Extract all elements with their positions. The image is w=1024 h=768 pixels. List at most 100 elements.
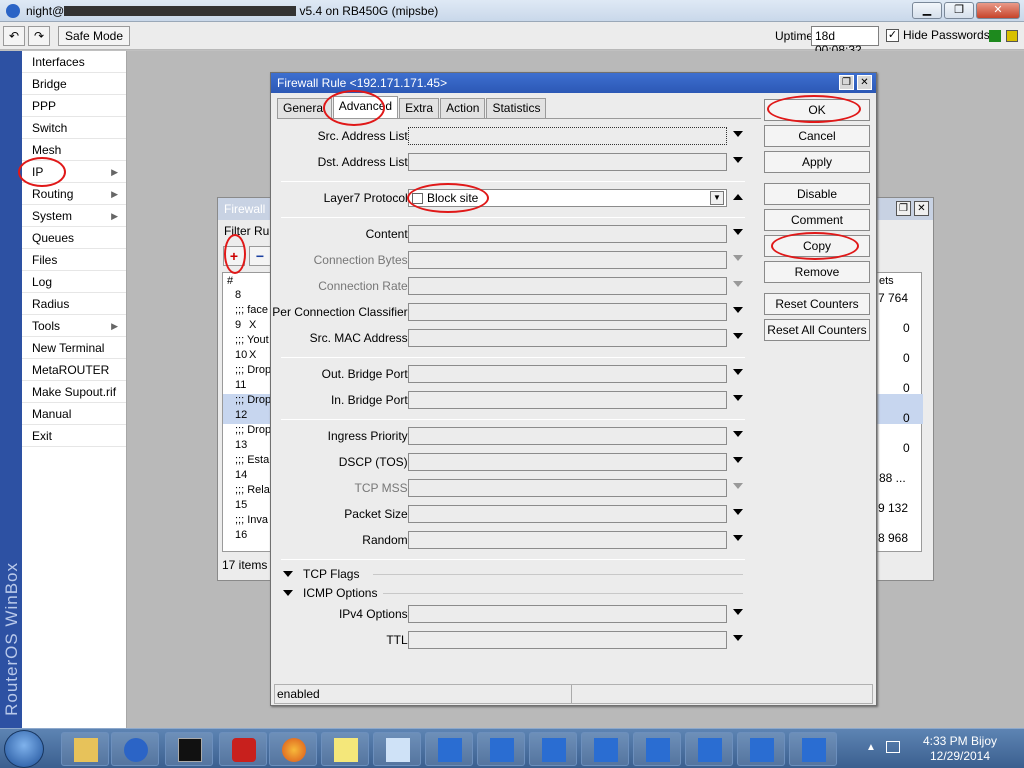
dscp-tos-field[interactable]	[408, 453, 727, 471]
menu-item-make-supout[interactable]: Make Supout.rif	[22, 381, 126, 403]
dropdown-arrow-icon[interactable]	[733, 635, 743, 641]
in-bridge-port-field[interactable]	[408, 391, 727, 409]
firewall-close-button[interactable]: ✕	[914, 201, 929, 216]
src-address-list-field[interactable]	[408, 127, 727, 145]
menu-item-ppp[interactable]: PPP	[22, 95, 126, 117]
dropdown-arrow-icon[interactable]	[733, 229, 743, 235]
dropdown-arrow-icon[interactable]	[733, 131, 743, 137]
taskbar-remote-5[interactable]	[633, 732, 681, 766]
tcp-mss-field[interactable]	[408, 479, 727, 497]
content-field[interactable]	[408, 225, 727, 243]
safe-mode-button[interactable]: Safe Mode	[58, 26, 130, 46]
menu-item-manual[interactable]: Manual	[22, 403, 126, 425]
src-mac-address-field[interactable]	[408, 329, 727, 347]
disable-button[interactable]: Disable	[764, 183, 870, 205]
per-connection-classifier-field[interactable]	[408, 303, 727, 321]
layer7-protocol-field[interactable]: Block site ▼	[408, 189, 727, 207]
hide-passwords-checkbox[interactable]: ✓	[886, 28, 899, 42]
dropdown-arrow-icon[interactable]	[733, 395, 743, 401]
firewall-maximize-button[interactable]: ❐	[896, 201, 911, 216]
taskbar-remote-3[interactable]	[529, 732, 577, 766]
connection-rate-field[interactable]	[408, 277, 727, 295]
dropdown-arrow-icon[interactable]	[733, 369, 743, 375]
taskbar-remote-8[interactable]	[789, 732, 837, 766]
maximize-button[interactable]: ❐	[944, 2, 974, 19]
menu-item-tools[interactable]: Tools ▶	[22, 315, 126, 337]
tab-extra[interactable]: Extra	[399, 98, 440, 118]
connection-bytes-field[interactable]	[408, 251, 727, 269]
dst-address-list-field[interactable]	[408, 153, 727, 171]
dropdown-arrow-icon[interactable]	[733, 307, 743, 313]
taskbar-remote-1[interactable]	[425, 732, 473, 766]
taskbar-remote-7[interactable]	[737, 732, 785, 766]
collapse-arrow-icon[interactable]	[733, 194, 743, 200]
icmp-options-section[interactable]: ICMP Options	[283, 585, 743, 601]
dropdown-arrow-icon[interactable]	[733, 431, 743, 437]
taskbar-explorer[interactable]	[61, 732, 109, 766]
random-field[interactable]	[408, 531, 727, 549]
layer7-select-button[interactable]: ▼	[710, 191, 724, 205]
menu-item-system[interactable]: System ▶	[22, 205, 126, 227]
dropdown-arrow-icon[interactable]	[733, 457, 743, 463]
start-button[interactable]	[4, 730, 44, 768]
copy-button[interactable]: Copy	[764, 235, 870, 257]
reset-counters-button[interactable]: Reset Counters	[764, 293, 870, 315]
menu-item-ip[interactable]: IP ▶	[22, 161, 126, 183]
ok-button[interactable]: OK	[764, 99, 870, 121]
tab-action[interactable]: Action	[440, 98, 486, 118]
dropdown-arrow-icon[interactable]	[733, 609, 743, 615]
tab-general[interactable]: General	[277, 98, 332, 118]
taskbar-terminal[interactable]	[165, 732, 213, 766]
menu-item-routing[interactable]: Routing ▶	[22, 183, 126, 205]
tray-expand-icon[interactable]: ▲	[866, 742, 876, 753]
redo-button[interactable]: ↷	[28, 26, 50, 46]
apply-button[interactable]: Apply	[764, 151, 870, 173]
menu-item-exit[interactable]: Exit	[22, 425, 126, 447]
out-bridge-port-field[interactable]	[408, 365, 727, 383]
menu-item-interfaces[interactable]: Interfaces	[22, 51, 126, 73]
col-bytes-header[interactable]: ets	[879, 275, 894, 287]
menu-item-radius[interactable]: Radius	[22, 293, 126, 315]
layer7-negate-checkbox[interactable]	[412, 193, 423, 204]
dialog-maximize-button[interactable]: ❐	[839, 75, 854, 90]
add-rule-button[interactable]: +	[223, 246, 245, 266]
menu-item-mesh[interactable]: Mesh	[22, 139, 126, 161]
tray-clock[interactable]: 4:33 PM Bijoy 12/29/2014	[920, 734, 1000, 764]
minimize-button[interactable]: ▁	[912, 2, 942, 19]
remove-button[interactable]: Remove	[764, 261, 870, 283]
close-button[interactable]: ✕	[976, 2, 1020, 19]
ttl-field[interactable]	[408, 631, 727, 649]
taskbar-remote-6[interactable]	[685, 732, 733, 766]
dropdown-arrow-icon[interactable]	[733, 157, 743, 163]
comment-button[interactable]: Comment	[764, 209, 870, 231]
dropdown-arrow-icon[interactable]	[733, 535, 743, 541]
tcp-flags-section[interactable]: TCP Flags	[283, 566, 743, 582]
dropdown-arrow-icon[interactable]	[733, 255, 743, 261]
dropdown-arrow-icon[interactable]	[733, 281, 743, 287]
cancel-button[interactable]: Cancel	[764, 125, 870, 147]
ipv4-options-field[interactable]	[408, 605, 727, 623]
tab-statistics[interactable]: Statistics	[486, 98, 547, 118]
ingress-priority-field[interactable]	[408, 427, 727, 445]
hide-passwords-toggle[interactable]: ✓ Hide Passwords	[886, 28, 990, 42]
taskbar-firefox[interactable]	[269, 732, 317, 766]
dropdown-arrow-icon[interactable]	[733, 509, 743, 515]
dropdown-arrow-icon[interactable]	[733, 333, 743, 339]
menu-item-queues[interactable]: Queues	[22, 227, 126, 249]
taskbar-acrobat[interactable]	[219, 732, 267, 766]
taskbar-remote-2[interactable]	[477, 732, 525, 766]
network-icon[interactable]	[886, 741, 900, 753]
menu-item-new-terminal[interactable]: New Terminal	[22, 337, 126, 359]
menu-item-switch[interactable]: Switch	[22, 117, 126, 139]
undo-button[interactable]: ↶	[3, 26, 25, 46]
packet-size-field[interactable]	[408, 505, 727, 523]
menu-item-log[interactable]: Log	[22, 271, 126, 293]
menu-item-bridge[interactable]: Bridge	[22, 73, 126, 95]
dropdown-arrow-icon[interactable]	[733, 483, 743, 489]
col-hash-header[interactable]: #	[227, 275, 233, 287]
menu-item-metarouter[interactable]: MetaROUTER	[22, 359, 126, 381]
taskbar-sticky-notes[interactable]	[321, 732, 369, 766]
remove-rule-button[interactable]: −	[249, 246, 271, 266]
reset-all-counters-button[interactable]: Reset All Counters	[764, 319, 870, 341]
tab-advanced[interactable]: Advanced	[332, 96, 399, 118]
